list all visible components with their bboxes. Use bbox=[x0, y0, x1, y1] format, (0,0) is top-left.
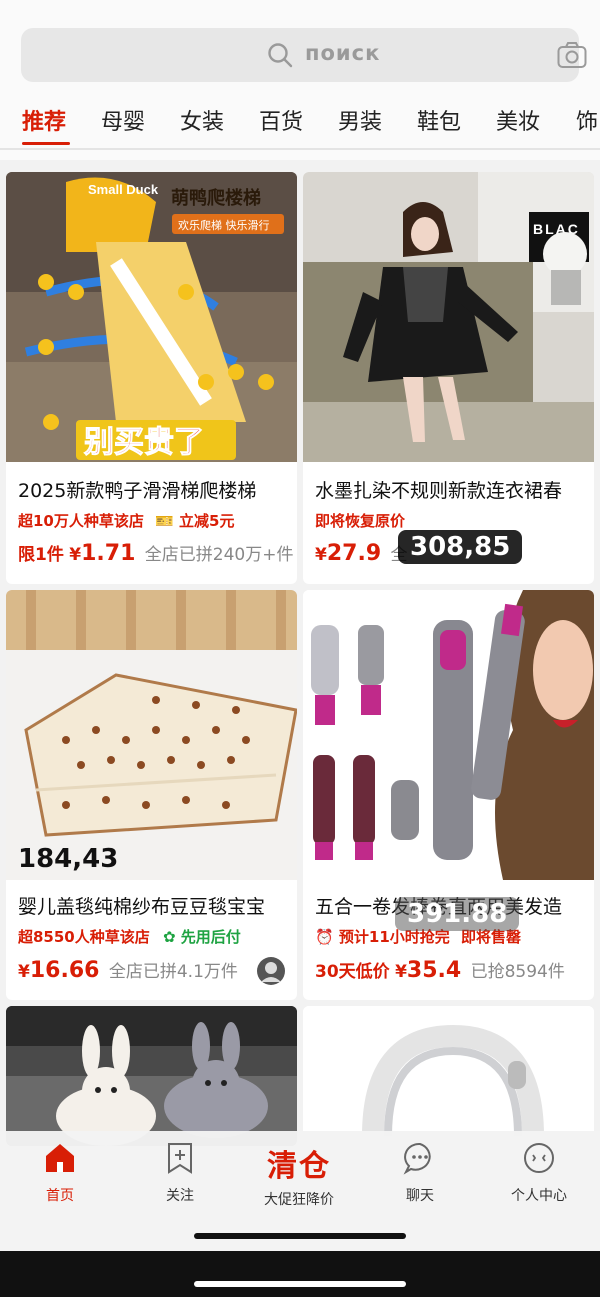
nav-follow[interactable]: 关注 bbox=[130, 1141, 230, 1205]
top-header: поиск 推荐 母婴 女装 百货 男装 鞋包 美妆 饰 bbox=[0, 0, 600, 160]
product-card[interactable] bbox=[303, 1006, 594, 1146]
tab-womens-wear[interactable]: 女装 bbox=[180, 104, 224, 136]
product-title: 水墨扎染不规则新款连衣裙春 bbox=[315, 480, 563, 502]
profile-face-icon bbox=[524, 1143, 554, 1173]
sold-count: 已抢8594件 bbox=[470, 962, 565, 982]
limit-label: 限1件 bbox=[18, 545, 64, 565]
discount-tag: 立减5元 bbox=[179, 512, 235, 530]
sold-count: 全店已拼240万+件 bbox=[144, 545, 294, 565]
product-card[interactable]: 五合一卷发棒卷直两用美发造 ⏰ 预计11小时抢完 即将售罄 30天低价 ¥35.… bbox=[303, 590, 594, 1000]
nav-profile[interactable]: 个人中心 bbox=[489, 1141, 589, 1205]
camera-icon[interactable] bbox=[557, 41, 587, 69]
image-banner-text: 别买贵了 bbox=[84, 425, 204, 460]
image-brand-text: Small Duck bbox=[88, 182, 159, 197]
pay-later-tag: 先用后付 bbox=[180, 928, 241, 946]
home-indicator bbox=[194, 1233, 406, 1239]
product-tags: 超8550人种草该店 ✿ 先用后付 bbox=[18, 926, 241, 947]
price-symbol: ¥ bbox=[69, 545, 82, 565]
category-tabs: 推荐 母婴 女装 百货 男装 鞋包 美妆 饰 bbox=[0, 96, 600, 146]
alarm-icon: ⏰ bbox=[315, 928, 334, 946]
price-overlay-label: 391.88 bbox=[395, 897, 520, 931]
product-image bbox=[6, 1006, 297, 1146]
product-image bbox=[303, 1006, 594, 1146]
product-image bbox=[6, 590, 297, 880]
store-popularity: 超8550人种草该店 bbox=[18, 928, 150, 946]
nav-follow-label: 关注 bbox=[166, 1188, 194, 1204]
system-bar bbox=[0, 1251, 600, 1297]
tabs-divider bbox=[0, 148, 600, 150]
image-headline-text: 萌鸭爬楼梯 bbox=[171, 187, 261, 209]
tab-recommend[interactable]: 推荐 bbox=[22, 104, 66, 136]
nav-home[interactable]: 首页 bbox=[10, 1141, 110, 1205]
price-overlay-label: 308,85 bbox=[398, 530, 523, 564]
price-status: 即将恢复原价 bbox=[315, 512, 406, 530]
product-card[interactable]: Small Duck 萌鸭爬楼梯 欢乐爬梯 快乐滑行 别买贵了 2025新款鸭子… bbox=[6, 172, 297, 584]
price: 1.71 bbox=[81, 541, 136, 566]
nav-clearance[interactable]: 清仓 大促狂降价 bbox=[249, 1141, 349, 1209]
image-sub-text: 欢乐爬梯 快乐滑行 bbox=[178, 218, 270, 232]
product-tags: 超10万人种草该店 🎫 立减5元 bbox=[18, 510, 234, 531]
search-bar[interactable]: поиск bbox=[21, 28, 587, 82]
search-placeholder[interactable]: поиск bbox=[305, 41, 380, 65]
product-title: 2025新款鸭子滑滑梯爬楼梯 bbox=[18, 480, 257, 502]
price-row: ¥16.66 全店已拼4.1万件 bbox=[18, 957, 238, 983]
nav-profile-label: 个人中心 bbox=[511, 1188, 567, 1204]
clearance-label: 大促狂降价 bbox=[264, 1192, 334, 1208]
product-tags: 即将恢复原价 bbox=[315, 510, 405, 531]
pay-later-icon: ✿ bbox=[162, 928, 176, 946]
coupon-icon: 🎫 bbox=[155, 512, 174, 530]
home-icon bbox=[46, 1144, 74, 1172]
chat-bubble-icon bbox=[403, 1142, 431, 1175]
bookmark-plus-icon bbox=[168, 1143, 192, 1174]
nav-chat-label: 聊天 bbox=[406, 1188, 434, 1204]
price-overlay-label: 184,43 bbox=[18, 844, 119, 874]
price: 35.4 bbox=[406, 958, 462, 983]
price-row: ¥27.9 全 bbox=[315, 540, 408, 566]
price-row: 限1件 ¥1.71 全店已拼240万+件 bbox=[18, 540, 293, 566]
product-title: 婴儿盖毯纯棉纱布豆豆毯宝宝 bbox=[18, 896, 266, 918]
nav-home-label: 首页 bbox=[46, 1188, 74, 1204]
price-symbol: ¥ bbox=[315, 545, 327, 565]
home-indicator-bottom[interactable] bbox=[194, 1281, 406, 1287]
price-row: 30天低价 ¥35.4 已抢8594件 bbox=[315, 957, 565, 983]
product-card[interactable]: 婴儿盖毯纯棉纱布豆豆毯宝宝 超8550人种草该店 ✿ 先用后付 ¥16.66 全… bbox=[6, 590, 297, 1000]
active-tab-indicator bbox=[22, 142, 70, 145]
tab-mens-wear[interactable]: 男装 bbox=[338, 104, 382, 136]
tab-shoes-bags[interactable]: 鞋包 bbox=[417, 104, 461, 136]
clearance-title: 清仓 bbox=[267, 1149, 331, 1184]
search-icon bbox=[268, 43, 293, 68]
price: 27.9 bbox=[326, 541, 382, 566]
buyer-avatar bbox=[257, 957, 285, 985]
store-popularity: 超10万人种草该店 bbox=[18, 512, 144, 530]
price-symbol: ¥ bbox=[18, 962, 30, 982]
price: 16.66 bbox=[29, 958, 100, 983]
price-symbol: ¥ bbox=[395, 962, 407, 982]
tab-maternal-baby[interactable]: 母婴 bbox=[101, 104, 145, 136]
tab-general-goods[interactable]: 百货 bbox=[259, 104, 303, 136]
product-card[interactable]: BLAC 水墨扎染不规则新款连衣裙春 即将恢复原价 ¥27.9 全 bbox=[303, 172, 594, 584]
product-image: Small Duck 萌鸭爬楼梯 欢乐爬梯 快乐滑行 别买贵了 bbox=[6, 172, 297, 462]
tab-accessories[interactable]: 饰 bbox=[576, 104, 598, 136]
product-card[interactable] bbox=[6, 1006, 297, 1146]
tab-beauty[interactable]: 美妆 bbox=[496, 104, 540, 136]
product-image: BLAC bbox=[303, 172, 594, 462]
sold-count: 全店已拼4.1万件 bbox=[108, 962, 238, 982]
product-image bbox=[303, 590, 594, 880]
lowest-price-label: 30天低价 bbox=[315, 962, 390, 982]
nav-chat[interactable]: 聊天 bbox=[370, 1141, 470, 1205]
